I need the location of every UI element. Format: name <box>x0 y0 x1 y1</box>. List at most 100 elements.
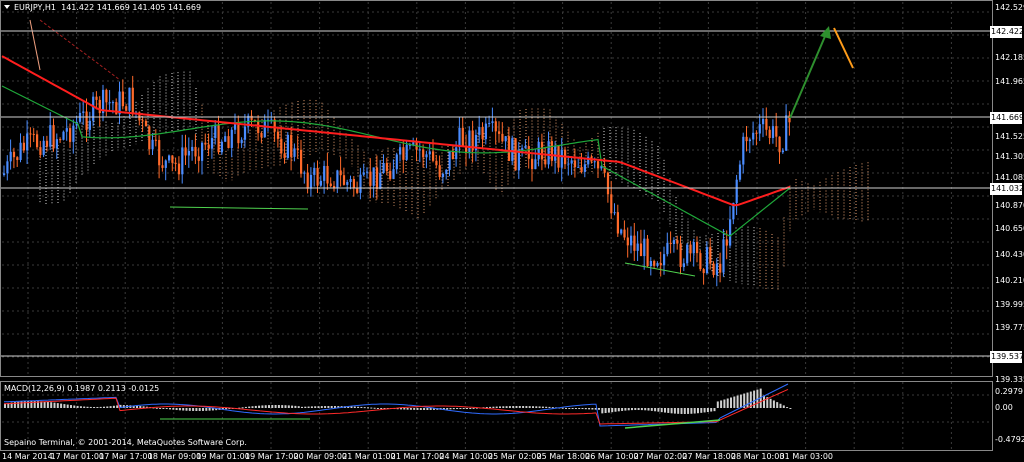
macd-bar <box>304 406 307 408</box>
candle-body <box>468 130 471 154</box>
candle-body <box>148 126 151 150</box>
candle-body <box>174 162 177 164</box>
candle-body <box>610 194 613 214</box>
macd-bar <box>268 405 270 408</box>
arrow-up-head <box>820 26 831 39</box>
candle-body <box>639 243 643 257</box>
candle-body <box>237 123 240 144</box>
candle-body <box>755 132 758 134</box>
candle-body <box>580 166 583 172</box>
macd-bar <box>360 406 363 408</box>
macd-bar <box>281 405 284 408</box>
candle-body <box>207 144 210 149</box>
macd-bar <box>205 408 208 411</box>
candle-body <box>336 170 339 189</box>
support-line <box>169 206 309 210</box>
candle-body <box>286 134 289 158</box>
candle-body <box>458 127 461 148</box>
macd-bar <box>716 401 719 408</box>
macd-bar <box>489 406 492 408</box>
macd-bar <box>677 408 680 414</box>
candle-body <box>263 119 266 138</box>
candle-body <box>227 136 230 148</box>
candle-body <box>382 163 385 173</box>
macd-bar <box>640 408 643 411</box>
candle-body <box>98 99 101 114</box>
candle-body <box>448 150 451 170</box>
macd-bar <box>667 408 670 413</box>
macd-trend-line <box>624 419 721 429</box>
price-label: 140.650 <box>995 224 1024 233</box>
candle-body <box>19 142 22 161</box>
trend-line <box>39 19 121 81</box>
macd-bar <box>515 406 518 408</box>
candle-body <box>121 91 124 107</box>
price-label: 142.529 <box>995 3 1024 12</box>
candle-body <box>240 139 243 144</box>
macd-bar <box>208 408 211 411</box>
candle-body <box>643 238 646 257</box>
macd-bar <box>116 405 119 408</box>
candle-body <box>260 132 263 138</box>
candle-body <box>141 120 144 122</box>
macd-bar <box>373 407 376 409</box>
price-label: 142.185 <box>995 53 1024 62</box>
macd-bar <box>426 408 429 410</box>
candle-body <box>402 147 405 160</box>
candle-body <box>385 163 388 172</box>
candle-body <box>306 172 309 189</box>
price-label: 142.422 <box>990 26 1024 38</box>
arrow-down-line <box>833 27 854 69</box>
macd-bar <box>291 405 294 408</box>
candle-body <box>85 111 88 130</box>
candle-body <box>154 139 157 141</box>
macd-bar <box>697 408 699 414</box>
candle-body <box>669 242 672 245</box>
candle-body <box>69 128 72 142</box>
macd-bar <box>779 403 782 408</box>
candle-body <box>359 174 362 193</box>
macd-bar <box>456 408 459 409</box>
candle-body <box>752 132 755 140</box>
macd-bar <box>261 405 264 408</box>
macd-bar <box>244 406 247 408</box>
candle-body <box>425 154 428 158</box>
macd-bar <box>46 401 49 408</box>
macd-bar <box>324 406 327 408</box>
macd-bar <box>584 408 587 410</box>
candle-body <box>356 188 359 193</box>
macd-bar <box>73 405 76 408</box>
macd-bar <box>578 408 581 409</box>
macd-bar <box>776 402 779 408</box>
price-label: 140.210 <box>995 276 1024 285</box>
ichimoku-cloud <box>39 71 869 292</box>
candle-body <box>577 166 580 168</box>
candle-body <box>234 123 237 130</box>
chart-menu-icon[interactable] <box>4 5 10 9</box>
macd-bar <box>508 406 511 408</box>
macd-bar <box>155 407 158 409</box>
horizontal-lines <box>1 30 992 357</box>
time-label: 25 Mar 18:00 <box>536 452 591 461</box>
candle-body <box>349 179 352 182</box>
macd-bar <box>248 406 251 408</box>
macd-bar <box>535 406 538 408</box>
price-label: 141.305 <box>995 152 1024 161</box>
candle-body <box>108 102 111 104</box>
time-label: 17 Mar 01:00 <box>50 452 105 461</box>
macd-bar <box>63 404 66 408</box>
macd-bar <box>723 399 726 408</box>
candle-body <box>567 163 570 165</box>
candle-body <box>366 171 369 173</box>
macd-bar <box>739 394 742 408</box>
symbol-info: EURJPY,H1 141.422 141.669 141.405 141.66… <box>14 3 202 12</box>
macd-bar <box>370 407 373 409</box>
candle-body <box>775 126 778 137</box>
candle-body <box>725 239 728 246</box>
candle-body <box>478 127 481 135</box>
candle-body <box>280 138 283 154</box>
candle-body <box>659 263 662 266</box>
candle-body <box>392 169 395 179</box>
macd-bar <box>565 407 567 409</box>
candle-body <box>12 151 16 158</box>
